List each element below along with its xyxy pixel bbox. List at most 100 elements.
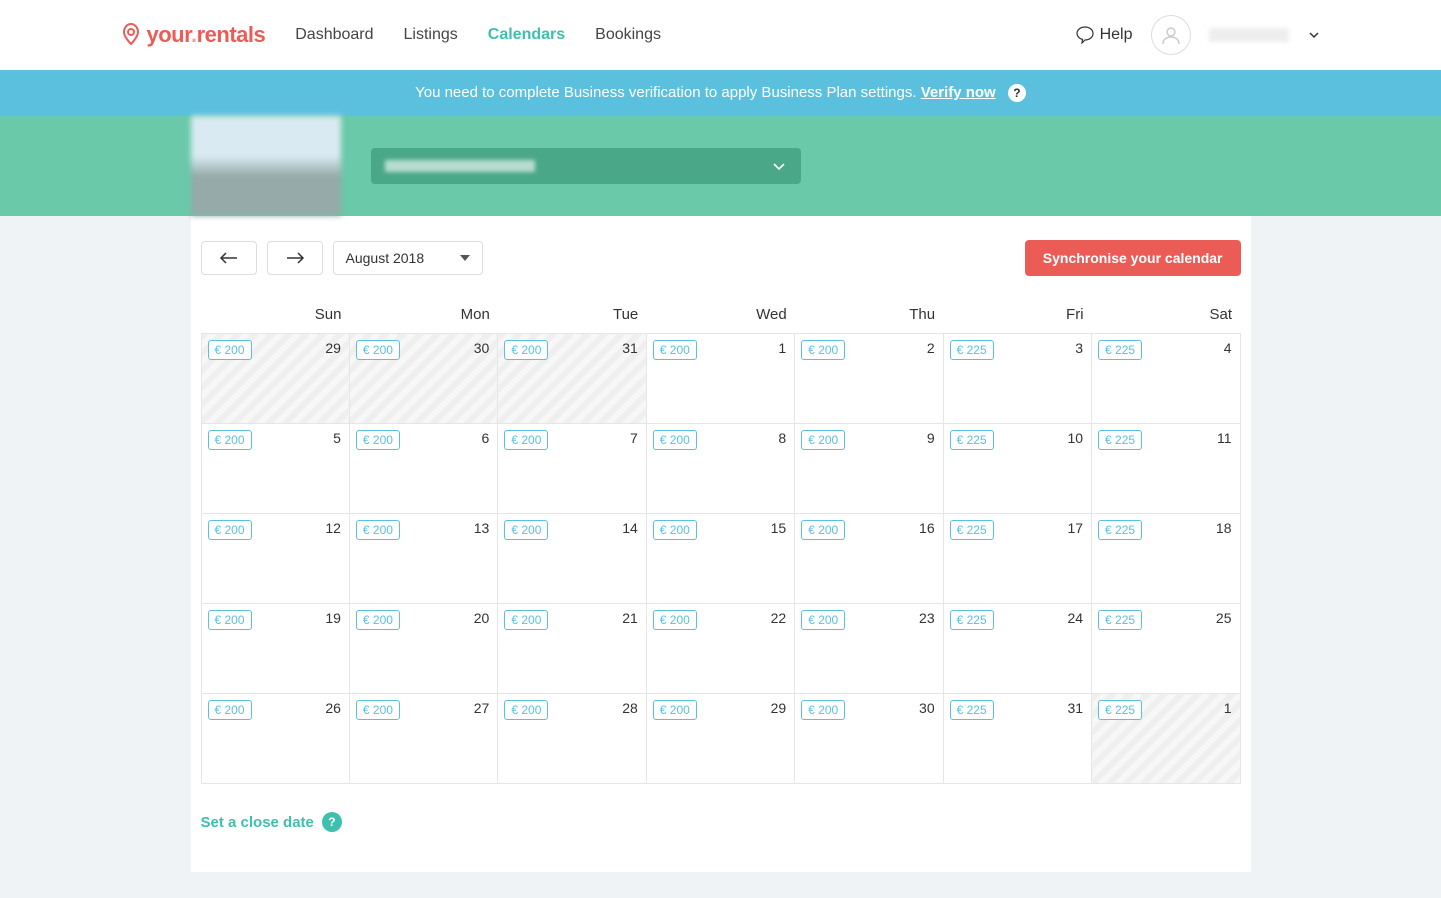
calendar-day-cell[interactable]: € 225 18 xyxy=(1092,514,1240,604)
day-number: 14 xyxy=(622,520,638,536)
day-number: 5 xyxy=(333,430,341,446)
property-selector[interactable] xyxy=(371,148,801,184)
notice-help-icon[interactable]: ? xyxy=(1008,84,1026,102)
calendar-day-cell[interactable]: € 20022 xyxy=(646,604,794,694)
calendar-day-cell[interactable]: € 2251 xyxy=(1092,694,1240,784)
calendar-day-cell[interactable]: € 20016 xyxy=(795,514,943,604)
nav-dashboard[interactable]: Dashboard xyxy=(295,26,373,44)
day-header: Mon xyxy=(349,296,497,334)
calendar-week-row: € 20012€ 20013€ 20014€ 20015€ 20016€ 225… xyxy=(201,514,1240,604)
day-number: 17 xyxy=(1067,520,1083,536)
calendar-day-cell[interactable]: € 2007 xyxy=(498,424,646,514)
day-header: Thu xyxy=(795,296,943,334)
day-price-badge: € 200 xyxy=(653,340,697,360)
calendar-day-cell[interactable]: € 22525 xyxy=(1092,604,1240,694)
chat-icon xyxy=(1076,26,1094,44)
calendar-day-cell[interactable]: € 2002 xyxy=(795,334,943,424)
nav-calendars[interactable]: Calendars xyxy=(488,26,565,44)
user-avatar[interactable] xyxy=(1151,15,1191,55)
day-number: 2 xyxy=(927,340,935,356)
calendar-day-cell[interactable]: € 20029 xyxy=(201,334,349,424)
calendar-day-cell[interactable]: € 20014 xyxy=(498,514,646,604)
day-price-badge: € 200 xyxy=(653,520,697,540)
day-number: 13 xyxy=(474,520,490,536)
calendar-day-cell[interactable]: € 200 13 xyxy=(349,514,497,604)
calendar-day-cell[interactable]: € 2001 xyxy=(646,334,794,424)
day-price-badge: € 225 xyxy=(1098,610,1142,630)
calendar-day-cell[interactable]: € 22511 xyxy=(1092,424,1240,514)
calendar-day-cell[interactable]: € 200 20 xyxy=(349,604,497,694)
day-price-badge: € 225 xyxy=(1098,520,1142,540)
calendar-day-cell[interactable]: € 20027 xyxy=(349,694,497,784)
day-number: 29 xyxy=(325,340,341,356)
day-price-badge: € 225 xyxy=(950,700,994,720)
next-month-button[interactable] xyxy=(267,241,323,275)
day-price-badge: € 200 xyxy=(356,700,400,720)
day-price-badge: € 225 xyxy=(950,520,994,540)
day-number: 19 xyxy=(325,610,341,626)
day-price-badge: € 225 xyxy=(1098,340,1142,360)
day-number: 3 xyxy=(1075,340,1083,356)
calendar-day-cell[interactable]: € 20030 xyxy=(349,334,497,424)
calendar-day-cell[interactable]: € 20031 xyxy=(498,334,646,424)
set-close-date-link[interactable]: Set a close date ? xyxy=(201,812,1241,832)
sync-calendar-button[interactable]: Synchronise your calendar xyxy=(1025,240,1241,276)
calendar-week-row: € 20019€ 20020€ 20021€ 20022€ 20023€ 225… xyxy=(201,604,1240,694)
day-number: 18 xyxy=(1216,520,1232,536)
close-date-help-icon[interactable]: ? xyxy=(322,812,342,832)
day-price-badge: € 200 xyxy=(504,700,548,720)
calendar-grid: Sun Mon Tue Wed Thu Fri Sat € 20029€ 200… xyxy=(201,296,1241,784)
calendar-week-row: € 2005€ 2006€ 2007€ 2008€ 2009€ 22510€ 2… xyxy=(201,424,1240,514)
day-number: 30 xyxy=(919,700,935,716)
calendar-day-cell[interactable]: € 2008 xyxy=(646,424,794,514)
day-number: 31 xyxy=(622,340,638,356)
day-price-badge: € 200 xyxy=(356,520,400,540)
calendar-day-cell[interactable]: € 200 30 xyxy=(795,694,943,784)
day-price-badge: € 225 xyxy=(950,340,994,360)
day-number: 29 xyxy=(771,700,787,716)
day-price-badge: € 225 xyxy=(1098,430,1142,450)
calendar-day-cell[interactable]: € 22531 xyxy=(943,694,1091,784)
day-price-badge: € 200 xyxy=(208,610,252,630)
notice-text: You need to complete Business verificati… xyxy=(415,84,921,101)
calendar-day-cell[interactable]: € 20028 xyxy=(498,694,646,784)
arrow-right-icon xyxy=(285,252,305,264)
calendar-day-cell[interactable]: € 200 19 xyxy=(201,604,349,694)
verify-now-link[interactable]: Verify now xyxy=(921,84,996,101)
day-price-badge: € 200 xyxy=(801,700,845,720)
help-link[interactable]: Help xyxy=(1076,26,1133,44)
day-number: 10 xyxy=(1067,430,1083,446)
calendar-day-cell[interactable]: € 200 12 xyxy=(201,514,349,604)
day-price-badge: € 200 xyxy=(356,610,400,630)
nav-bookings[interactable]: Bookings xyxy=(595,26,661,44)
day-number: 4 xyxy=(1224,340,1232,356)
day-header: Sun xyxy=(201,296,349,334)
calendar-day-cell[interactable]: € 2009 xyxy=(795,424,943,514)
day-price-badge: € 200 xyxy=(653,610,697,630)
calendar-day-cell[interactable]: € 22510 xyxy=(943,424,1091,514)
day-number: 7 xyxy=(630,430,638,446)
day-price-badge: € 200 xyxy=(208,520,252,540)
day-price-badge: € 200 xyxy=(208,700,252,720)
calendar-day-cell[interactable]: € 20021 xyxy=(498,604,646,694)
top-header: your.rentals Dashboard Listings Calendar… xyxy=(0,0,1441,70)
calendar-day-cell[interactable]: € 20026 xyxy=(201,694,349,784)
calendar-day-cell[interactable]: € 225 3 xyxy=(943,334,1091,424)
calendar-day-cell[interactable]: € 2006 xyxy=(349,424,497,514)
calendar-day-cell[interactable]: € 20015 xyxy=(646,514,794,604)
user-menu-chevron-icon[interactable] xyxy=(1307,28,1321,42)
calendar-day-cell[interactable]: € 225 17 xyxy=(943,514,1091,604)
close-date-label: Set a close date xyxy=(201,814,314,831)
calendar-day-cell[interactable]: € 20023 xyxy=(795,604,943,694)
day-header: Fri xyxy=(943,296,1091,334)
brand-logo[interactable]: your.rentals xyxy=(121,22,266,48)
calendar-day-cell[interactable]: € 20029 xyxy=(646,694,794,784)
calendar-day-cell[interactable]: € 225 4 xyxy=(1092,334,1240,424)
prev-month-button[interactable] xyxy=(201,241,257,275)
month-selector[interactable]: August 2018 xyxy=(333,241,483,275)
calendar-day-cell[interactable]: € 22524 xyxy=(943,604,1091,694)
day-number: 12 xyxy=(325,520,341,536)
day-number: 20 xyxy=(474,610,490,626)
nav-listings[interactable]: Listings xyxy=(404,26,458,44)
calendar-day-cell[interactable]: € 2005 xyxy=(201,424,349,514)
